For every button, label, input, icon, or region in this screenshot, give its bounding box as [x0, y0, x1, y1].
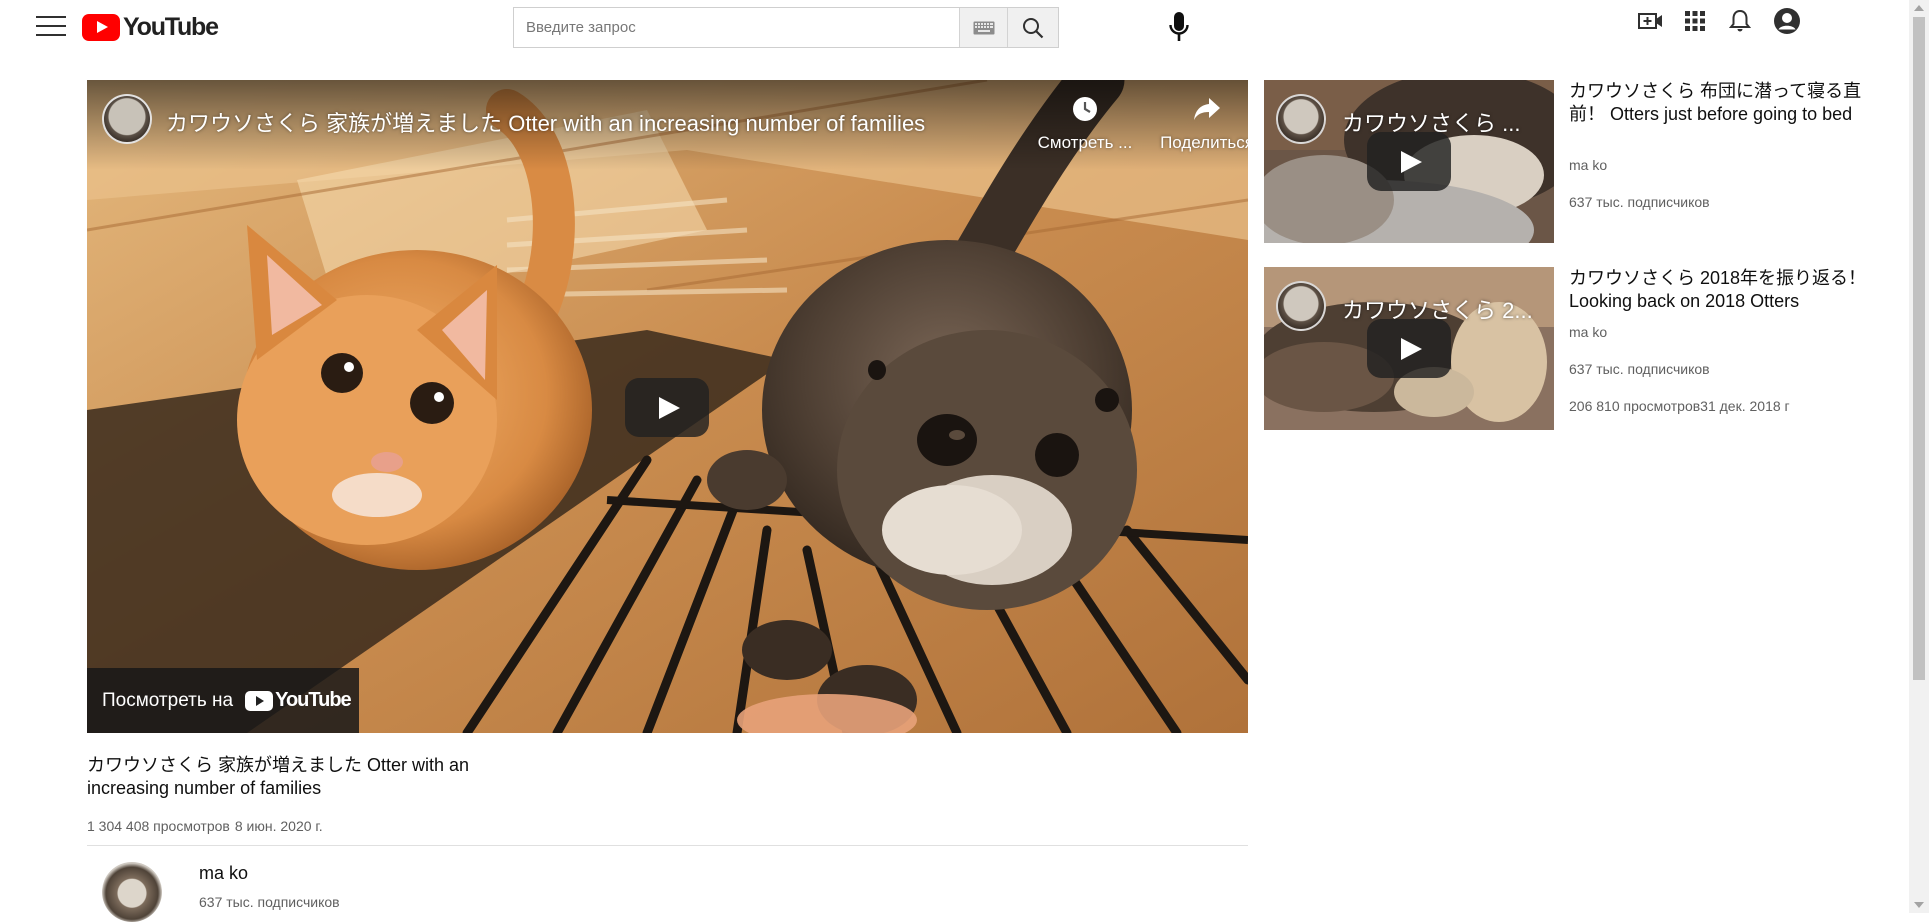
related-video-thumbnail[interactable]: カワウソさくら ...: [1264, 80, 1554, 243]
search-button[interactable]: [1007, 8, 1058, 47]
related-video-title[interactable]: カワウソさくら 布団に潜って寝る直前！ Otters just before g…: [1569, 80, 1869, 126]
apps-grid-icon[interactable]: [1680, 7, 1710, 35]
account-icon[interactable]: [1770, 7, 1804, 35]
share-icon: [1194, 98, 1220, 120]
channel-avatar[interactable]: [102, 94, 152, 144]
related-video-channel[interactable]: ma ko: [1569, 157, 1607, 173]
video-player[interactable]: カワウソさくら 家族が増えました Otter with an increasin…: [87, 80, 1248, 733]
scrollbar-thumb[interactable]: [1913, 17, 1925, 680]
related-video-views-date: 206 810 просмотров31 дек. 2018 г: [1569, 398, 1790, 414]
owner-avatar[interactable]: [102, 862, 162, 922]
video-meta: 1 304 408 просмотров 8 июн. 2020 г.: [87, 818, 323, 834]
video-title: カワウソさくら 家族が増えました Otter with an increasin…: [87, 755, 470, 798]
watch-on-logo-text: YouTube: [275, 689, 352, 711]
masthead: YouTube: [0, 0, 1909, 56]
related-video-subscribers: 637 тыс. подписчиков: [1569, 361, 1710, 377]
play-icon: [1367, 132, 1451, 191]
play-icon: [1367, 319, 1451, 378]
watch-on-youtube-button[interactable]: Посмотреть на YouTube: [87, 668, 359, 733]
scroll-up-icon[interactable]: [1914, 5, 1924, 11]
watch-on-label: Посмотреть на: [102, 689, 234, 711]
related-video-title[interactable]: カワウソさくら 2018年を振り返る！ Looking back on 2018…: [1569, 267, 1869, 313]
channel-avatar: [1276, 94, 1326, 144]
divider: [87, 845, 1248, 846]
search-icon: [1023, 17, 1044, 38]
mic-icon[interactable]: [1164, 11, 1194, 43]
watch-later-label: Смотреть ...: [1037, 133, 1133, 152]
related-video-item[interactable]: カワウソさくら ... カワウソさくら 布団に潜って寝る直前！ Otters j…: [1264, 80, 1864, 250]
related-video-channel[interactable]: ma ko: [1569, 324, 1607, 340]
related-video-item[interactable]: カワウソさくら 2... カワウソさくら 2018年を振り返る！ Looking…: [1264, 267, 1866, 437]
share-button[interactable]: Поделиться: [1152, 96, 1248, 153]
view-count: 1 304 408 просмотров: [87, 818, 230, 834]
share-label: Поделиться: [1160, 133, 1248, 152]
youtube-logo[interactable]: YouTube: [82, 12, 219, 41]
player-title[interactable]: カワウソさくら 家族が増えました Otter with an increasin…: [166, 106, 925, 138]
player-top-bar: カワウソさくら 家族が増えました Otter with an increasin…: [87, 80, 1248, 170]
create-video-icon[interactable]: [1636, 7, 1666, 35]
play-button[interactable]: [625, 378, 709, 437]
youtube-logo-white: YouTube: [245, 689, 352, 712]
menu-icon[interactable]: [36, 14, 66, 38]
search-input[interactable]: [514, 8, 959, 47]
channel-avatar: [1276, 281, 1326, 331]
owner-name[interactable]: ma ko: [199, 863, 248, 884]
keyboard-icon[interactable]: [959, 8, 1007, 47]
related-video-thumbnail[interactable]: カワウソさくら 2...: [1264, 267, 1554, 430]
clock-icon: [1073, 97, 1097, 121]
youtube-play-logo-icon: [82, 13, 120, 41]
watch-later-button[interactable]: Смотреть ...: [1030, 96, 1140, 153]
owner-subscriber-count: 637 тыс. подписчиков: [199, 894, 340, 910]
related-video-subscribers: 637 тыс. подписчиков: [1569, 194, 1710, 210]
logo-text: YouTube: [123, 12, 219, 41]
publish-date: 8 июн. 2020 г.: [234, 818, 323, 834]
youtube-play-logo-icon: [245, 690, 274, 711]
scrollbar[interactable]: [1909, 0, 1929, 913]
scroll-down-icon[interactable]: [1914, 902, 1924, 908]
search-box: [513, 7, 1059, 48]
bell-icon[interactable]: [1725, 7, 1755, 35]
